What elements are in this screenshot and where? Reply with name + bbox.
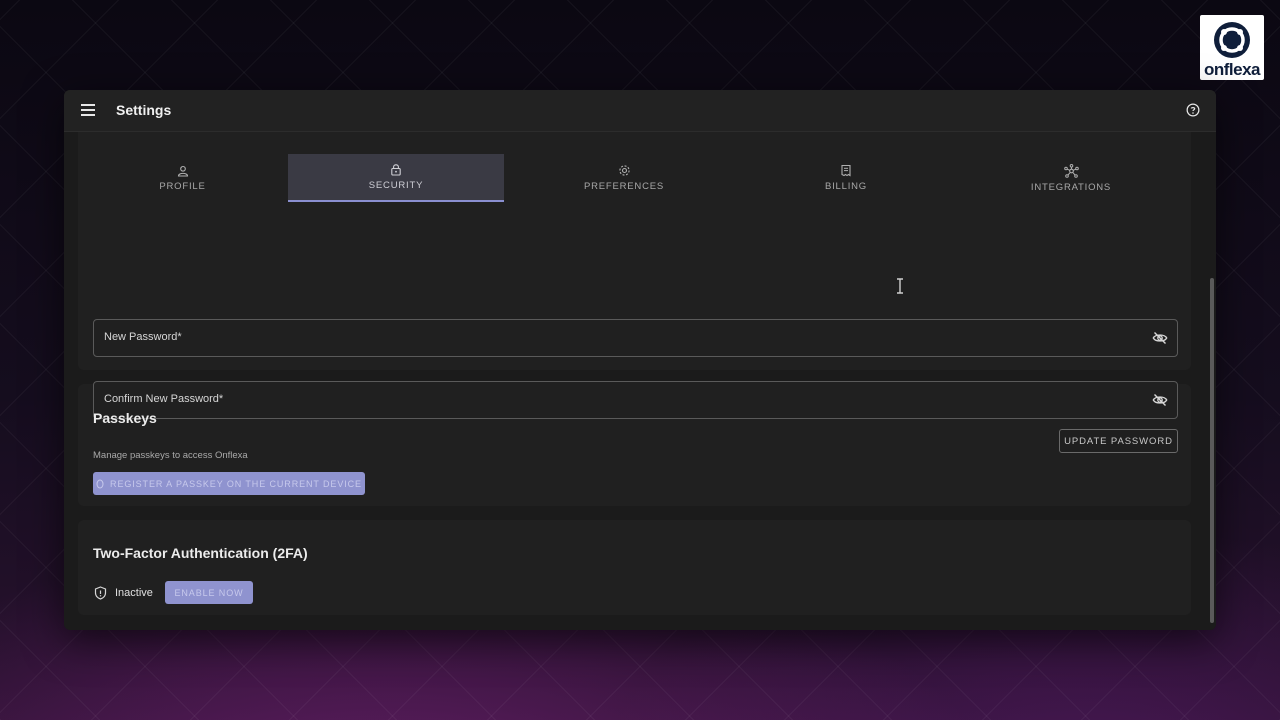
- confirm-password-label: Confirm New Password*: [104, 393, 224, 405]
- register-passkey-button[interactable]: REGISTER A PASSKEY ON THE CURRENT DEVICE: [93, 472, 365, 495]
- hamburger-menu-icon[interactable]: [81, 104, 95, 116]
- confirm-password-field[interactable]: Confirm New Password*: [93, 381, 1178, 419]
- brand-logo-text: onflexa: [1203, 60, 1261, 79]
- settings-content[interactable]: PROFILE SECURITY PREFERENCES BILLING INT…: [64, 132, 1207, 630]
- settings-window: Settings PROFILE SECURITY PREFERENCES BI…: [64, 90, 1216, 630]
- tab-profile[interactable]: PROFILE: [78, 154, 287, 202]
- new-password-label: New Password*: [104, 331, 182, 343]
- person-icon: [177, 165, 188, 177]
- tab-label: PROFILE: [159, 180, 206, 192]
- gear-icon: [618, 165, 630, 176]
- lock-icon: [391, 164, 401, 176]
- brand-logo: onflexa: [1200, 15, 1264, 80]
- tab-label: BILLING: [824, 181, 868, 192]
- fingerprint-icon: [96, 479, 104, 488]
- visibility-off-icon[interactable]: [1152, 392, 1168, 408]
- new-password-field[interactable]: New Password*: [93, 319, 1178, 357]
- tab-billing[interactable]: BILLING: [746, 154, 946, 202]
- register-passkey-label: REGISTER A PASSKEY ON THE CURRENT DEVICE: [110, 478, 362, 489]
- update-password-button[interactable]: UPDATE PASSWORD: [1059, 429, 1178, 453]
- enable-2fa-button[interactable]: ENABLE NOW: [165, 581, 253, 604]
- tab-label: INTEGRATIONS: [1030, 181, 1112, 193]
- help-icon[interactable]: [1186, 103, 1200, 117]
- tab-label: PREFERENCES: [583, 181, 665, 192]
- passkeys-title: Passkeys: [93, 410, 157, 426]
- receipt-icon: [841, 164, 851, 177]
- settings-tabs: PROFILE SECURITY PREFERENCES BILLING INT…: [78, 154, 1191, 204]
- visibility-off-icon[interactable]: [1152, 330, 1168, 346]
- brand-logo-mark: [1214, 22, 1250, 58]
- page-title: Settings: [116, 102, 172, 118]
- tab-preferences[interactable]: PREFERENCES: [514, 154, 734, 202]
- two-factor-status: Inactive: [115, 587, 153, 599]
- tab-security[interactable]: SECURITY: [288, 154, 504, 202]
- content-scrollbar[interactable]: [1208, 132, 1216, 630]
- hub-icon: [1063, 163, 1079, 178]
- tab-label: SECURITY: [368, 180, 424, 191]
- tab-integrations[interactable]: INTEGRATIONS: [966, 154, 1176, 202]
- text-cursor-icon: [897, 278, 903, 294]
- app-bar: Settings: [64, 90, 1216, 132]
- two-factor-title: Two-Factor Authentication (2FA): [93, 545, 308, 561]
- scrollbar-thumb[interactable]: [1210, 278, 1214, 623]
- shield-icon: [94, 586, 107, 600]
- passkeys-description: Manage passkeys to access Onflexa: [93, 450, 248, 461]
